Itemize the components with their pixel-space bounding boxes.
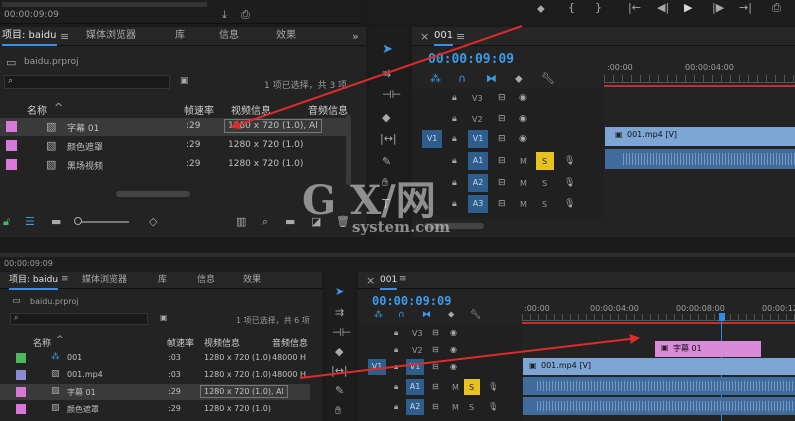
watermark-site: system.com [352, 218, 451, 236]
arrow-bottom [299, 333, 640, 379]
arrow-top [230, 25, 523, 130]
